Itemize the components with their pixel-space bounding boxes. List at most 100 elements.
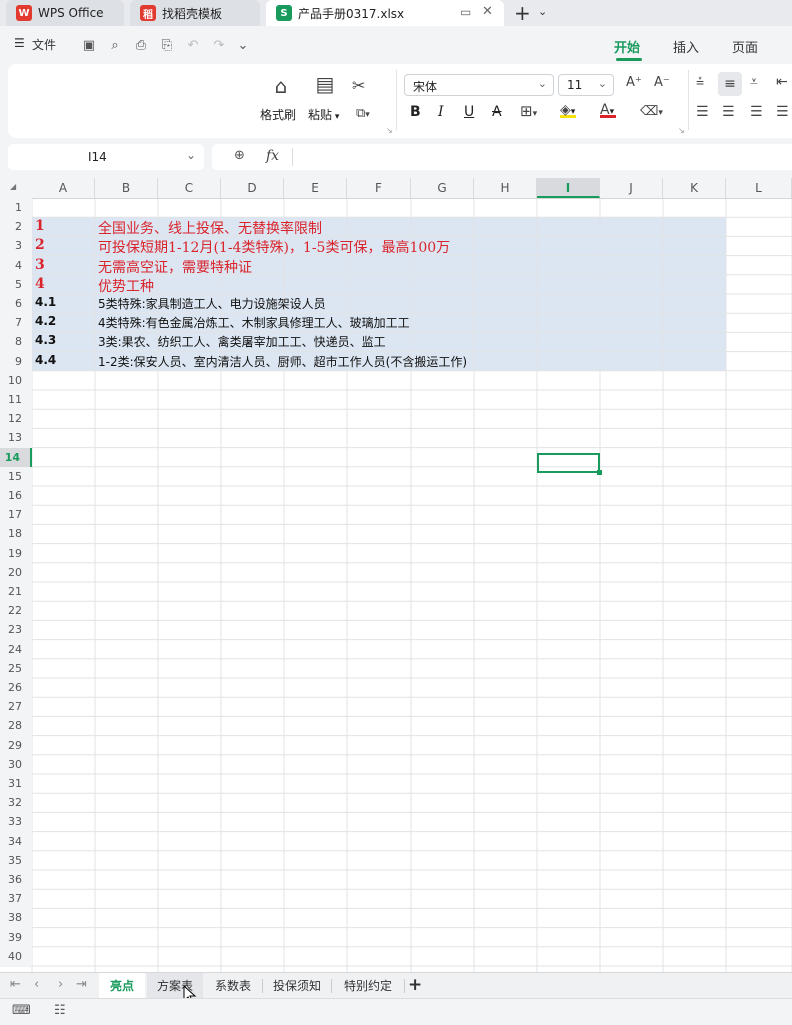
last-sheet-icon[interactable]: ⇥ <box>76 977 87 992</box>
zoom-formula-icon[interactable]: ⊕ <box>234 148 245 163</box>
column-header-f[interactable]: F <box>347 178 411 198</box>
align-left-icon[interactable]: ☰ <box>696 104 709 120</box>
align-right-icon[interactable]: ☰ <box>750 104 763 120</box>
cell-b2[interactable]: 全国业务、线上投保、无替换率限制 <box>98 218 322 238</box>
cell-b8[interactable]: 3类:果农、纺织工人、禽类屠宰加工工、快递员、监工 <box>98 333 386 350</box>
cell-a2[interactable]: 1 <box>35 218 45 234</box>
row-header-2[interactable]: 2 <box>0 217 32 237</box>
row-header-3[interactable]: 3 <box>0 236 32 256</box>
column-header-g[interactable]: G <box>411 178 474 198</box>
sheet-tab-coefficients[interactable]: 系数表 <box>205 973 261 999</box>
sheet-tab-special[interactable]: 特别约定 <box>333 973 403 999</box>
print-icon[interactable]: ⎙ <box>132 36 150 54</box>
cell-a9[interactable]: 4.4 <box>35 353 56 367</box>
fx-icon[interactable]: fx <box>266 148 279 164</box>
format-painter-icon[interactable]: ⌂ <box>268 74 294 98</box>
cell-b3[interactable]: 可投保短期1-12月(1-4类特殊)，1-5类可保，最高100万 <box>98 237 450 257</box>
underline-icon[interactable]: U <box>464 104 474 120</box>
print-preview-icon[interactable]: ⎘ <box>158 36 176 54</box>
column-header-c[interactable]: C <box>158 178 221 198</box>
save-icon[interactable]: ▣ <box>80 36 98 54</box>
file-menu[interactable]: 文件 <box>32 36 56 53</box>
column-header-d[interactable]: D <box>221 178 284 198</box>
column-header-e[interactable]: E <box>284 178 347 198</box>
prev-sheet-icon[interactable]: ‹ <box>34 977 39 992</box>
row-header-9[interactable]: 9 <box>0 351 32 371</box>
cell-b6[interactable]: 5类特殊:家具制造工人、电力设施架设人员 <box>98 295 326 312</box>
cell-a6[interactable]: 4.1 <box>35 295 56 309</box>
row-header-14[interactable]: 14 <box>0 447 32 467</box>
clear-format-icon[interactable]: ⌫▾ <box>640 104 663 119</box>
active-cell-cursor[interactable] <box>537 453 600 473</box>
indent-icon[interactable]: ⇤ <box>776 74 788 90</box>
hamburger-icon[interactable]: ☰ <box>14 36 25 50</box>
paste-icon[interactable]: ▤ <box>312 72 338 98</box>
row-header-21[interactable]: 21 <box>0 582 32 602</box>
row-header-37[interactable]: 37 <box>0 889 32 909</box>
sheet-tab-highlights[interactable]: 亮点 <box>99 973 145 999</box>
new-tab-icon[interactable]: + <box>514 1 531 25</box>
row-header-31[interactable]: 31 <box>0 774 32 794</box>
next-sheet-icon[interactable]: › <box>58 977 63 992</box>
column-header-j[interactable]: J <box>600 178 663 198</box>
ribbon-tab-page[interactable]: 页面 <box>732 37 758 56</box>
row-header-11[interactable]: 11 <box>0 390 32 410</box>
row-header-32[interactable]: 32 <box>0 793 32 813</box>
undo-icon[interactable]: ↶ <box>184 36 202 54</box>
cell-a7[interactable]: 4.2 <box>35 314 56 328</box>
row-header-19[interactable]: 19 <box>0 543 32 563</box>
macro-icon[interactable]: ⌨ <box>12 1003 31 1018</box>
add-sheet-icon[interactable]: + <box>408 975 422 995</box>
share-icon[interactable]: ⌕ <box>106 36 124 54</box>
redo-icon[interactable]: ↷ <box>210 36 228 54</box>
chevron-down-icon[interactable]: ⌄ <box>538 5 547 18</box>
format-painter-button[interactable]: 格式刷 <box>260 106 296 123</box>
strikethrough-icon[interactable]: A <box>492 104 502 120</box>
row-header-33[interactable]: 33 <box>0 812 32 832</box>
tab-wps-office[interactable]: W WPS Office <box>6 0 124 26</box>
cell-b9[interactable]: 1-2类:保安人员、室内清洁人员、厨师、超市工作人员(不含搬运工作) <box>98 353 467 370</box>
column-header-l[interactable]: L <box>726 178 792 198</box>
row-header-34[interactable]: 34 <box>0 831 32 851</box>
cell-b5[interactable]: 优势工种 <box>98 276 154 296</box>
cell-b7[interactable]: 4类特殊:有色金属冶炼工、木制家具修理工人、玻璃加工工 <box>98 314 410 331</box>
font-size-select[interactable]: 11 ⌄ <box>558 74 614 96</box>
column-header-i[interactable]: I <box>537 178 600 198</box>
monitor-icon[interactable]: ▭ <box>460 5 471 19</box>
select-all-icon[interactable]: ◢ <box>10 182 16 191</box>
cell-a3[interactable]: 2 <box>35 237 45 253</box>
row-header-27[interactable]: 27 <box>0 697 32 717</box>
column-header-h[interactable]: H <box>474 178 537 198</box>
close-icon[interactable]: ✕ <box>482 4 493 19</box>
cut-icon[interactable]: ✂ <box>352 76 365 95</box>
font-color-icon[interactable]: A▾ <box>600 102 616 118</box>
fill-color-icon[interactable]: ◈▾ <box>560 102 576 118</box>
align-center-icon[interactable]: ☰ <box>722 104 735 120</box>
row-header-38[interactable]: 38 <box>0 908 32 928</box>
row-header-39[interactable]: 39 <box>0 927 32 947</box>
paste-button[interactable]: 粘贴 ▾ <box>308 106 339 123</box>
align-bottom-icon[interactable]: ⩡ <box>750 74 758 90</box>
ribbon-tab-insert[interactable]: 插入 <box>673 37 699 56</box>
align-middle-icon[interactable]: ≡ <box>718 72 742 96</box>
row-header-1[interactable]: 1 <box>0 198 32 218</box>
cell-b4[interactable]: 无需高空证，需要特种证 <box>98 257 252 277</box>
row-header-16[interactable]: 16 <box>0 486 32 506</box>
dialog-launcher-icon[interactable]: ↘ <box>386 126 393 135</box>
row-header-12[interactable]: 12 <box>0 409 32 429</box>
row-header-22[interactable]: 22 <box>0 601 32 621</box>
borders-icon[interactable]: ⊞▾ <box>520 102 537 120</box>
row-header-25[interactable]: 25 <box>0 658 32 678</box>
cell-a8[interactable]: 4.3 <box>35 333 56 347</box>
fill-handle[interactable] <box>597 470 602 475</box>
decrease-font-icon[interactable]: A⁻ <box>654 75 670 90</box>
row-header-28[interactable]: 28 <box>0 716 32 736</box>
first-sheet-icon[interactable]: ⇤ <box>10 977 21 992</box>
row-header-29[interactable]: 29 <box>0 735 32 755</box>
row-header-5[interactable]: 5 <box>0 274 32 294</box>
row-header-4[interactable]: 4 <box>0 255 32 275</box>
bold-icon[interactable]: B <box>410 104 421 120</box>
row-header-7[interactable]: 7 <box>0 313 32 333</box>
tab-spreadsheet[interactable]: S 产品手册0317.xlsx ▭ ✕ <box>266 0 504 26</box>
sheet-tab-notice[interactable]: 投保须知 <box>264 973 330 999</box>
